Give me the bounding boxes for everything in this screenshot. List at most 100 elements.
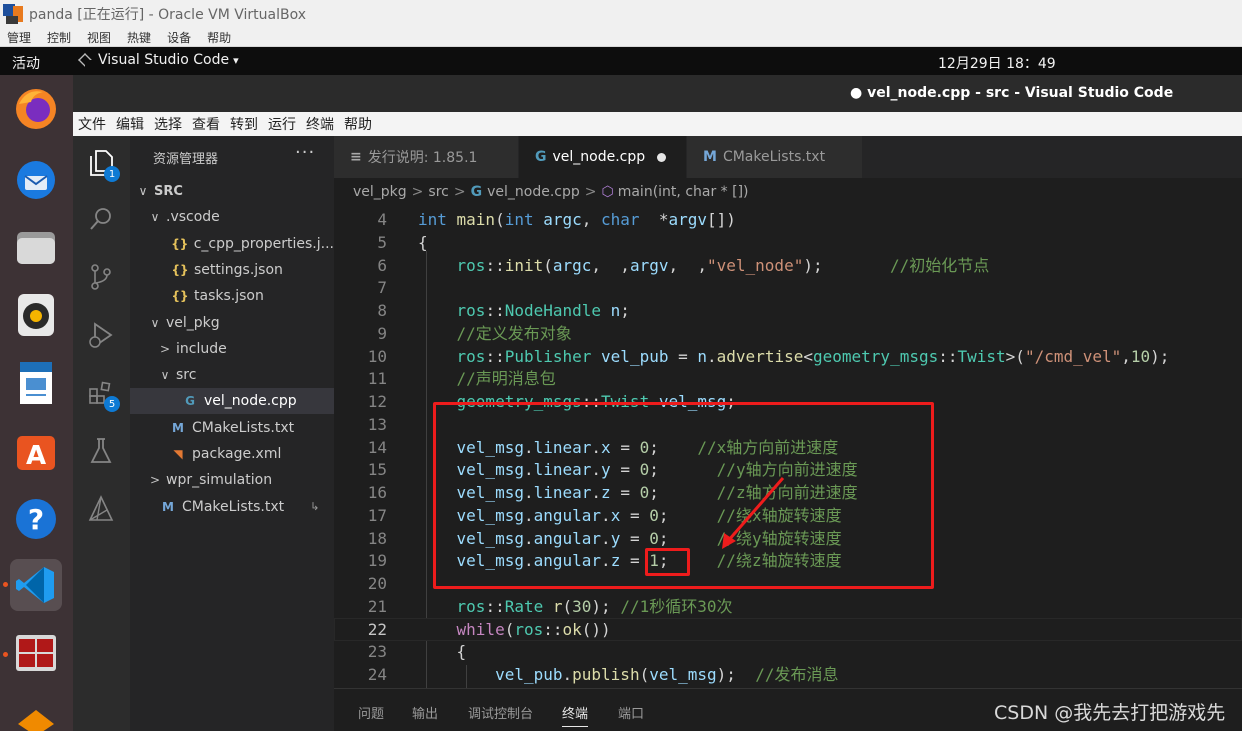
tree-item[interactable]: M CMakeLists.txt <box>130 415 334 441</box>
app-menu-button[interactable]: Visual Studio Code ▾ <box>78 52 239 68</box>
line-number: 12 <box>367 392 387 411</box>
terminator-icon[interactable] <box>10 627 62 679</box>
vscode-dock-icon[interactable] <box>10 559 62 611</box>
breadcrumb-item[interactable]: src <box>428 184 448 200</box>
files-icon[interactable] <box>10 221 62 273</box>
breadcrumb: vel_pkg > src > Gvel_node.cpp > ⬡ main(int, cha… <box>334 178 1242 205</box>
code-line: 11 //声明消息包 <box>334 367 1242 390</box>
menu-item[interactable]: 转到 <box>230 114 258 134</box>
code-token: int <box>504 210 544 229</box>
menu-item[interactable]: 终端 <box>306 114 334 134</box>
code-token: argc <box>543 210 582 229</box>
tree-item[interactable]: ∨ .vscode <box>130 204 334 230</box>
code-token: vel_msg <box>649 665 717 684</box>
csdn-watermark: CSDN @我先去打把游戏先 <box>994 702 1226 724</box>
code-token: geometry_msgs <box>813 346 939 366</box>
tree-item-label: .vscode <box>166 209 220 226</box>
tree-item[interactable]: > include <box>130 336 334 362</box>
explorer-icon[interactable]: 1 <box>86 148 120 182</box>
breadcrumb-item[interactable]: vel_pkg <box>353 184 407 200</box>
editor-tab[interactable]: ≡ 发行说明: 1.85.1 <box>334 136 519 178</box>
menu-item[interactable]: 帮助 <box>344 114 372 134</box>
annotation-box-angular-z-value <box>645 548 690 576</box>
xml-file-icon: ◥ <box>173 447 183 461</box>
panel-tab[interactable]: 问题 <box>358 703 384 722</box>
line-number: 18 <box>367 528 387 548</box>
code-token: ()) <box>581 619 611 639</box>
tree-item[interactable]: {} settings.json <box>130 257 334 283</box>
code-token: ( <box>504 619 515 639</box>
breadcrumb-item[interactable]: vel_node.cpp <box>487 184 580 200</box>
explorer-more-icon[interactable]: ··· <box>295 142 315 163</box>
tree-item[interactable]: Gvel_node.cpp <box>130 388 334 415</box>
tree-item[interactable]: M CMakeLists.txt ↳ <box>130 494 334 520</box>
menu-item[interactable]: 查看 <box>192 114 220 134</box>
clock[interactable]: 12月29日 18：49 <box>938 53 1056 73</box>
editor-tab[interactable]: M CMakeLists.txt <box>687 136 863 178</box>
tree-item[interactable]: ◥ package.xml <box>130 441 334 467</box>
vbox-menu-item[interactable]: 热键 <box>127 29 151 46</box>
menu-item[interactable]: 选择 <box>154 114 182 134</box>
run-debug-icon[interactable] <box>86 320 116 350</box>
code-line: 23 { <box>334 640 1242 663</box>
tree-item-label: c_cpp_properties.j... <box>193 235 334 252</box>
ubuntu-software-icon[interactable]: A <box>10 425 62 477</box>
menu-item[interactable]: 编辑 <box>116 114 144 134</box>
menu-item[interactable]: 文件 <box>78 114 106 134</box>
workspace-root[interactable]: ∨ SRC <box>130 178 334 204</box>
thunderbird-icon[interactable] <box>10 153 62 205</box>
search-icon[interactable] <box>86 204 116 234</box>
code-token: ros <box>514 619 544 639</box>
app-menu-arrow-icon: ▾ <box>233 53 239 67</box>
code-token: init <box>504 255 544 275</box>
app-icon-orange[interactable] <box>10 695 62 731</box>
code-token: , <box>581 210 602 229</box>
panel-tab[interactable]: 终端 <box>562 703 589 727</box>
panel-tab[interactable]: 调试控制台 <box>468 703 533 722</box>
extensions-icon[interactable]: 5 <box>86 378 120 412</box>
vbox-menu-item[interactable]: 控制 <box>47 29 71 46</box>
tree-item[interactable]: ∨ src <box>130 362 334 388</box>
vbox-menu-item[interactable]: 视图 <box>87 29 111 46</box>
chevron-down-icon: ∨ <box>150 210 160 225</box>
breadcrumb-separator-icon: > <box>411 183 424 200</box>
line-number: 5 <box>377 232 387 252</box>
virtualbox-logo-icon <box>3 4 23 24</box>
firefox-icon[interactable] <box>10 83 62 135</box>
panel-tab[interactable]: 端口 <box>618 703 644 722</box>
tree-item[interactable]: ∨ vel_pkg <box>130 310 334 336</box>
rhythmbox-icon[interactable] <box>10 289 62 341</box>
help-icon[interactable]: ? <box>10 493 62 545</box>
breadcrumb-item[interactable]: main(int, char * []) <box>618 184 749 200</box>
editor-tab[interactable]: Gvel_node.cpp <box>519 136 687 178</box>
libreoffice-writer-icon[interactable] <box>10 357 62 409</box>
breadcrumb-separator-icon: > <box>453 183 466 200</box>
code-token: ros <box>456 301 486 320</box>
vbox-menu-item[interactable]: 设备 <box>167 29 191 46</box>
tree-item[interactable]: {} tasks.json <box>130 283 334 309</box>
code-token: ( <box>639 665 650 684</box>
panel-tab[interactable]: 输出 <box>412 703 438 722</box>
tree-item[interactable]: {} c_cpp_properties.j... <box>130 231 334 257</box>
code-token: //声明消息包 <box>456 369 556 389</box>
code-token: ( <box>495 210 505 229</box>
code-token: ok <box>562 619 582 639</box>
tree-item[interactable]: > wpr_simulation <box>130 467 334 493</box>
code-token: argv <box>668 210 707 229</box>
menu-item[interactable]: 运行 <box>268 114 296 134</box>
release-notes-icon: ≡ <box>350 149 362 165</box>
code-token: ); <box>591 596 621 616</box>
line-number: 9 <box>377 323 387 343</box>
activities-button[interactable]: 活动 <box>12 53 40 73</box>
virtualbox-titlebar: panda [正在运行] - Oracle VM VirtualBox <box>0 0 1242 28</box>
cmake-tools-icon[interactable] <box>86 494 116 524</box>
testing-icon[interactable] <box>86 436 116 466</box>
vbox-menu-item[interactable]: 帮助 <box>207 29 231 46</box>
cpp-file-icon: G <box>470 183 483 200</box>
line-number: 7 <box>377 278 387 298</box>
source-control-icon[interactable] <box>86 262 116 292</box>
vbox-menu-item[interactable]: 管理 <box>7 29 31 46</box>
